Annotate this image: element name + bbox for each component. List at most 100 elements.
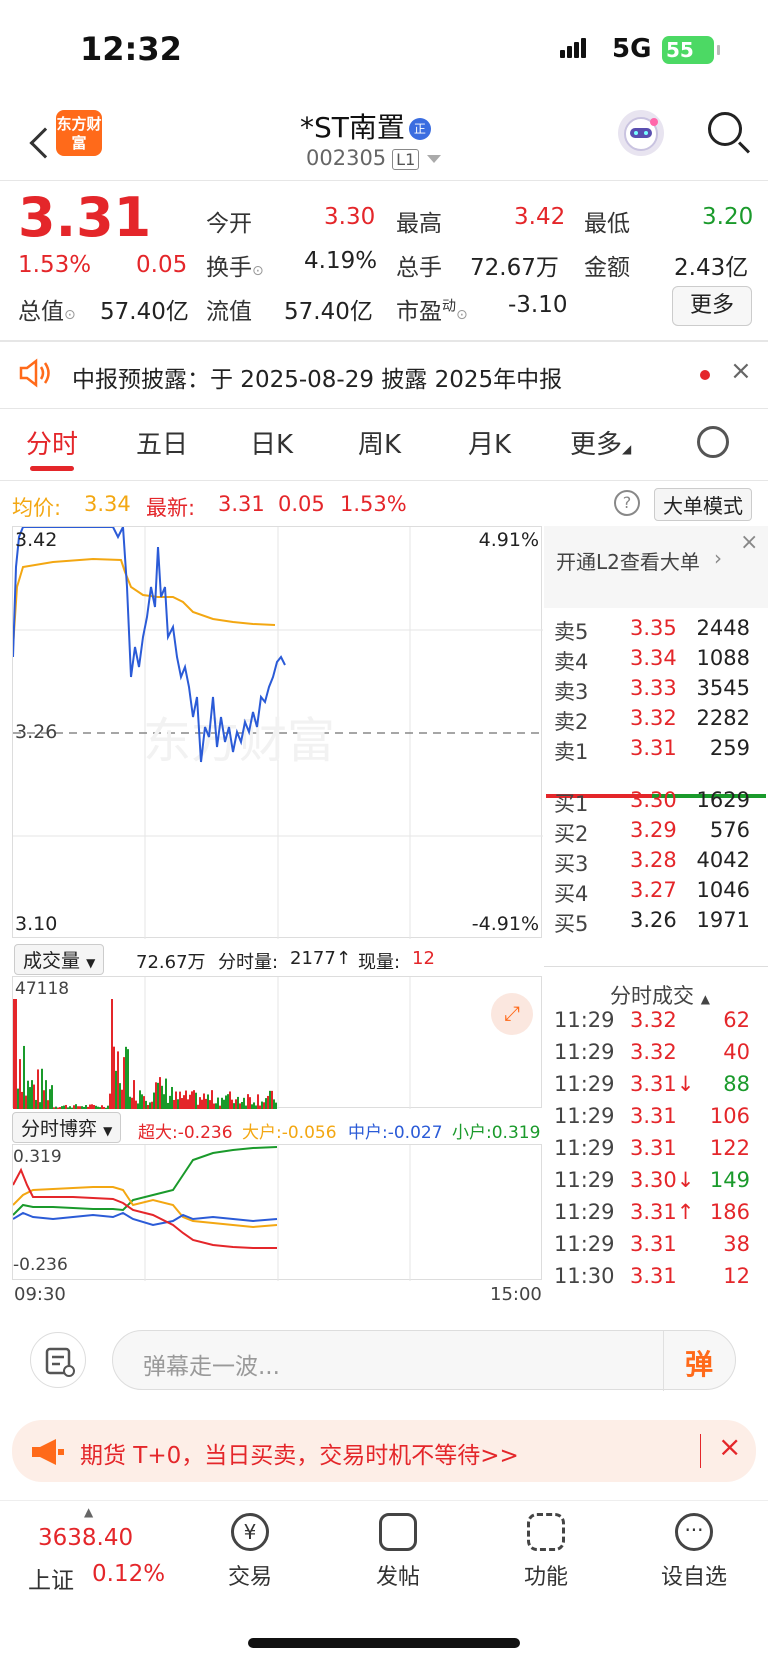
- big-order-mode-button[interactable]: 大单模式: [654, 488, 752, 521]
- order-volume: 1629: [696, 788, 750, 812]
- volume-bar: [101, 1105, 103, 1109]
- price-info-bar: 均价: 3.34 最新: 3.31 0.05 1.53%: [0, 484, 540, 524]
- info-icon[interactable]: ⊙: [456, 307, 468, 323]
- trade-price: 3.31: [630, 1264, 677, 1288]
- volume-bar: [129, 1096, 131, 1109]
- fund-flow-selector[interactable]: 分时博弈 ▼: [12, 1112, 122, 1143]
- cur-volume-value: 12: [412, 948, 435, 969]
- volume-bar: [57, 1107, 59, 1109]
- volume-bar: [233, 1103, 235, 1109]
- volume-bar: [239, 1103, 241, 1109]
- stock-title[interactable]: *ST南置正: [300, 106, 431, 146]
- tab-monthly[interactable]: 月K: [468, 424, 511, 461]
- volume-bar: [61, 1106, 63, 1109]
- index-value[interactable]: 3638.40: [38, 1525, 133, 1551]
- expand-icon[interactable]: ⤢: [491, 993, 533, 1035]
- nav-watchlist[interactable]: ··· 设自选: [644, 1513, 744, 1591]
- notice-bar[interactable]: 中报预披露：于 2025-08-29 披露 2025年中报 ×: [0, 342, 768, 408]
- volume-bar: [257, 1094, 259, 1109]
- volume-bar: [229, 1091, 231, 1109]
- tab-more[interactable]: 更多◢: [570, 424, 631, 461]
- intraday-chart[interactable]: 东方财富 3.42 3.26 3.10 4.91% -4.91%: [12, 523, 543, 939]
- mcap-label: 总值⊙: [18, 292, 76, 326]
- avg-value: 3.34: [84, 492, 131, 516]
- more-dots-icon: ···: [675, 1513, 713, 1551]
- trade-row: 11:29 3.31↑ 186: [544, 1200, 768, 1232]
- danmaku-settings-icon[interactable]: [30, 1332, 86, 1388]
- order-volume: 4042: [696, 848, 750, 872]
- more-button[interactable]: 更多: [672, 286, 752, 326]
- volume-bar: [33, 1084, 35, 1109]
- medium-flow: 中户:-0.027: [348, 1123, 443, 1143]
- l2-promo[interactable]: 开通L2查看大单 › ×: [544, 526, 768, 608]
- volume-bar: [35, 1099, 37, 1109]
- close-icon[interactable]: ×: [730, 356, 752, 386]
- search-icon[interactable]: [708, 112, 742, 146]
- volume-chart[interactable]: 47118 ⤢: [12, 976, 542, 1109]
- order-level-label: 买4: [554, 882, 589, 906]
- volume-bar: [191, 1091, 193, 1109]
- trade-row: 11:29 3.32 40: [544, 1040, 768, 1072]
- index-pct[interactable]: 0.12%: [92, 1561, 165, 1587]
- trades-header[interactable]: 分时成交 ▲: [610, 980, 710, 1010]
- close-icon[interactable]: ×: [718, 1430, 741, 1463]
- comment-bar: 弹幕走一波... 弹: [0, 1310, 768, 1410]
- order-price: 3.33: [630, 676, 677, 700]
- divider: [544, 966, 768, 967]
- gear-icon[interactable]: [697, 426, 729, 458]
- change-percent: 1.53%: [18, 252, 92, 278]
- edit-icon: [379, 1513, 417, 1551]
- help-icon[interactable]: ?: [614, 490, 640, 516]
- volume-bar: [215, 1103, 217, 1109]
- nav-functions[interactable]: 功能: [496, 1513, 596, 1591]
- danmaku-send-button[interactable]: 弹: [685, 1343, 713, 1383]
- back-button[interactable]: [16, 112, 61, 159]
- megaphone-icon: [32, 1439, 64, 1465]
- tab-weekly[interactable]: 周K: [358, 424, 401, 461]
- ad-banner[interactable]: 期货 T+0，当日买卖，交易时机不等待>> ×: [12, 1420, 756, 1482]
- fund-flow-chart[interactable]: 0.319 -0.236: [12, 1144, 542, 1281]
- avg-label: 均价:: [12, 496, 62, 520]
- stock-code[interactable]: 002305 L1: [306, 146, 442, 170]
- danmaku-input[interactable]: 弹幕走一波... 弹: [112, 1330, 736, 1391]
- volume-bar: [123, 1057, 125, 1109]
- volume-bar: [193, 1090, 195, 1109]
- info-icon[interactable]: ⊙: [64, 307, 76, 323]
- pe-value: -3.10: [508, 292, 568, 318]
- last-value: 3.31: [218, 492, 265, 516]
- volume-bar: [217, 1097, 219, 1109]
- open-value: 3.30: [324, 204, 376, 230]
- volume-chart-svg: [13, 977, 411, 1109]
- clock: 12:32: [80, 30, 182, 68]
- nav-post-label: 发帖: [375, 1565, 420, 1590]
- info-icon[interactable]: ⊙: [252, 263, 264, 279]
- volume-bar: [147, 1104, 149, 1109]
- large-flow: 大户:-0.056: [242, 1123, 337, 1143]
- close-icon[interactable]: ×: [740, 530, 758, 555]
- quote-panel: 3.31 1.53% 0.05 总值⊙ 57.40亿 今开 3.30 最高 3.…: [0, 182, 768, 342]
- low-label: 最低: [584, 211, 630, 237]
- volume-bar: [41, 1068, 43, 1109]
- tab-five-day[interactable]: 五日: [136, 424, 188, 461]
- volume-bar: [53, 1107, 55, 1109]
- trade-time: 11:30: [554, 1264, 615, 1288]
- pct-value: 1.53%: [340, 492, 407, 516]
- tab-daily[interactable]: 日K: [250, 424, 293, 461]
- index-name[interactable]: 上证: [28, 1561, 74, 1595]
- grid-icon: [527, 1513, 565, 1551]
- tab-intraday[interactable]: 分时: [26, 424, 78, 461]
- volume-bar: [159, 1077, 161, 1109]
- trade-price: 3.31↓: [630, 1072, 695, 1096]
- volume-bar: [135, 1100, 137, 1109]
- volume-bar: [225, 1095, 227, 1109]
- nav-trade[interactable]: ¥ 交易: [200, 1513, 300, 1591]
- volume-bar: [51, 1085, 53, 1109]
- order-level-label: 卖2: [554, 710, 589, 734]
- chevron-right-icon: ›: [714, 546, 722, 570]
- volume-bar: [99, 1107, 101, 1109]
- volume-selector[interactable]: 成交量 ▼: [14, 944, 105, 975]
- danmaku-placeholder: 弹幕走一波...: [143, 1354, 280, 1380]
- assistant-robot-icon[interactable]: [618, 110, 664, 156]
- nav-post[interactable]: 发帖: [348, 1513, 448, 1591]
- volume-bar: [177, 1099, 179, 1109]
